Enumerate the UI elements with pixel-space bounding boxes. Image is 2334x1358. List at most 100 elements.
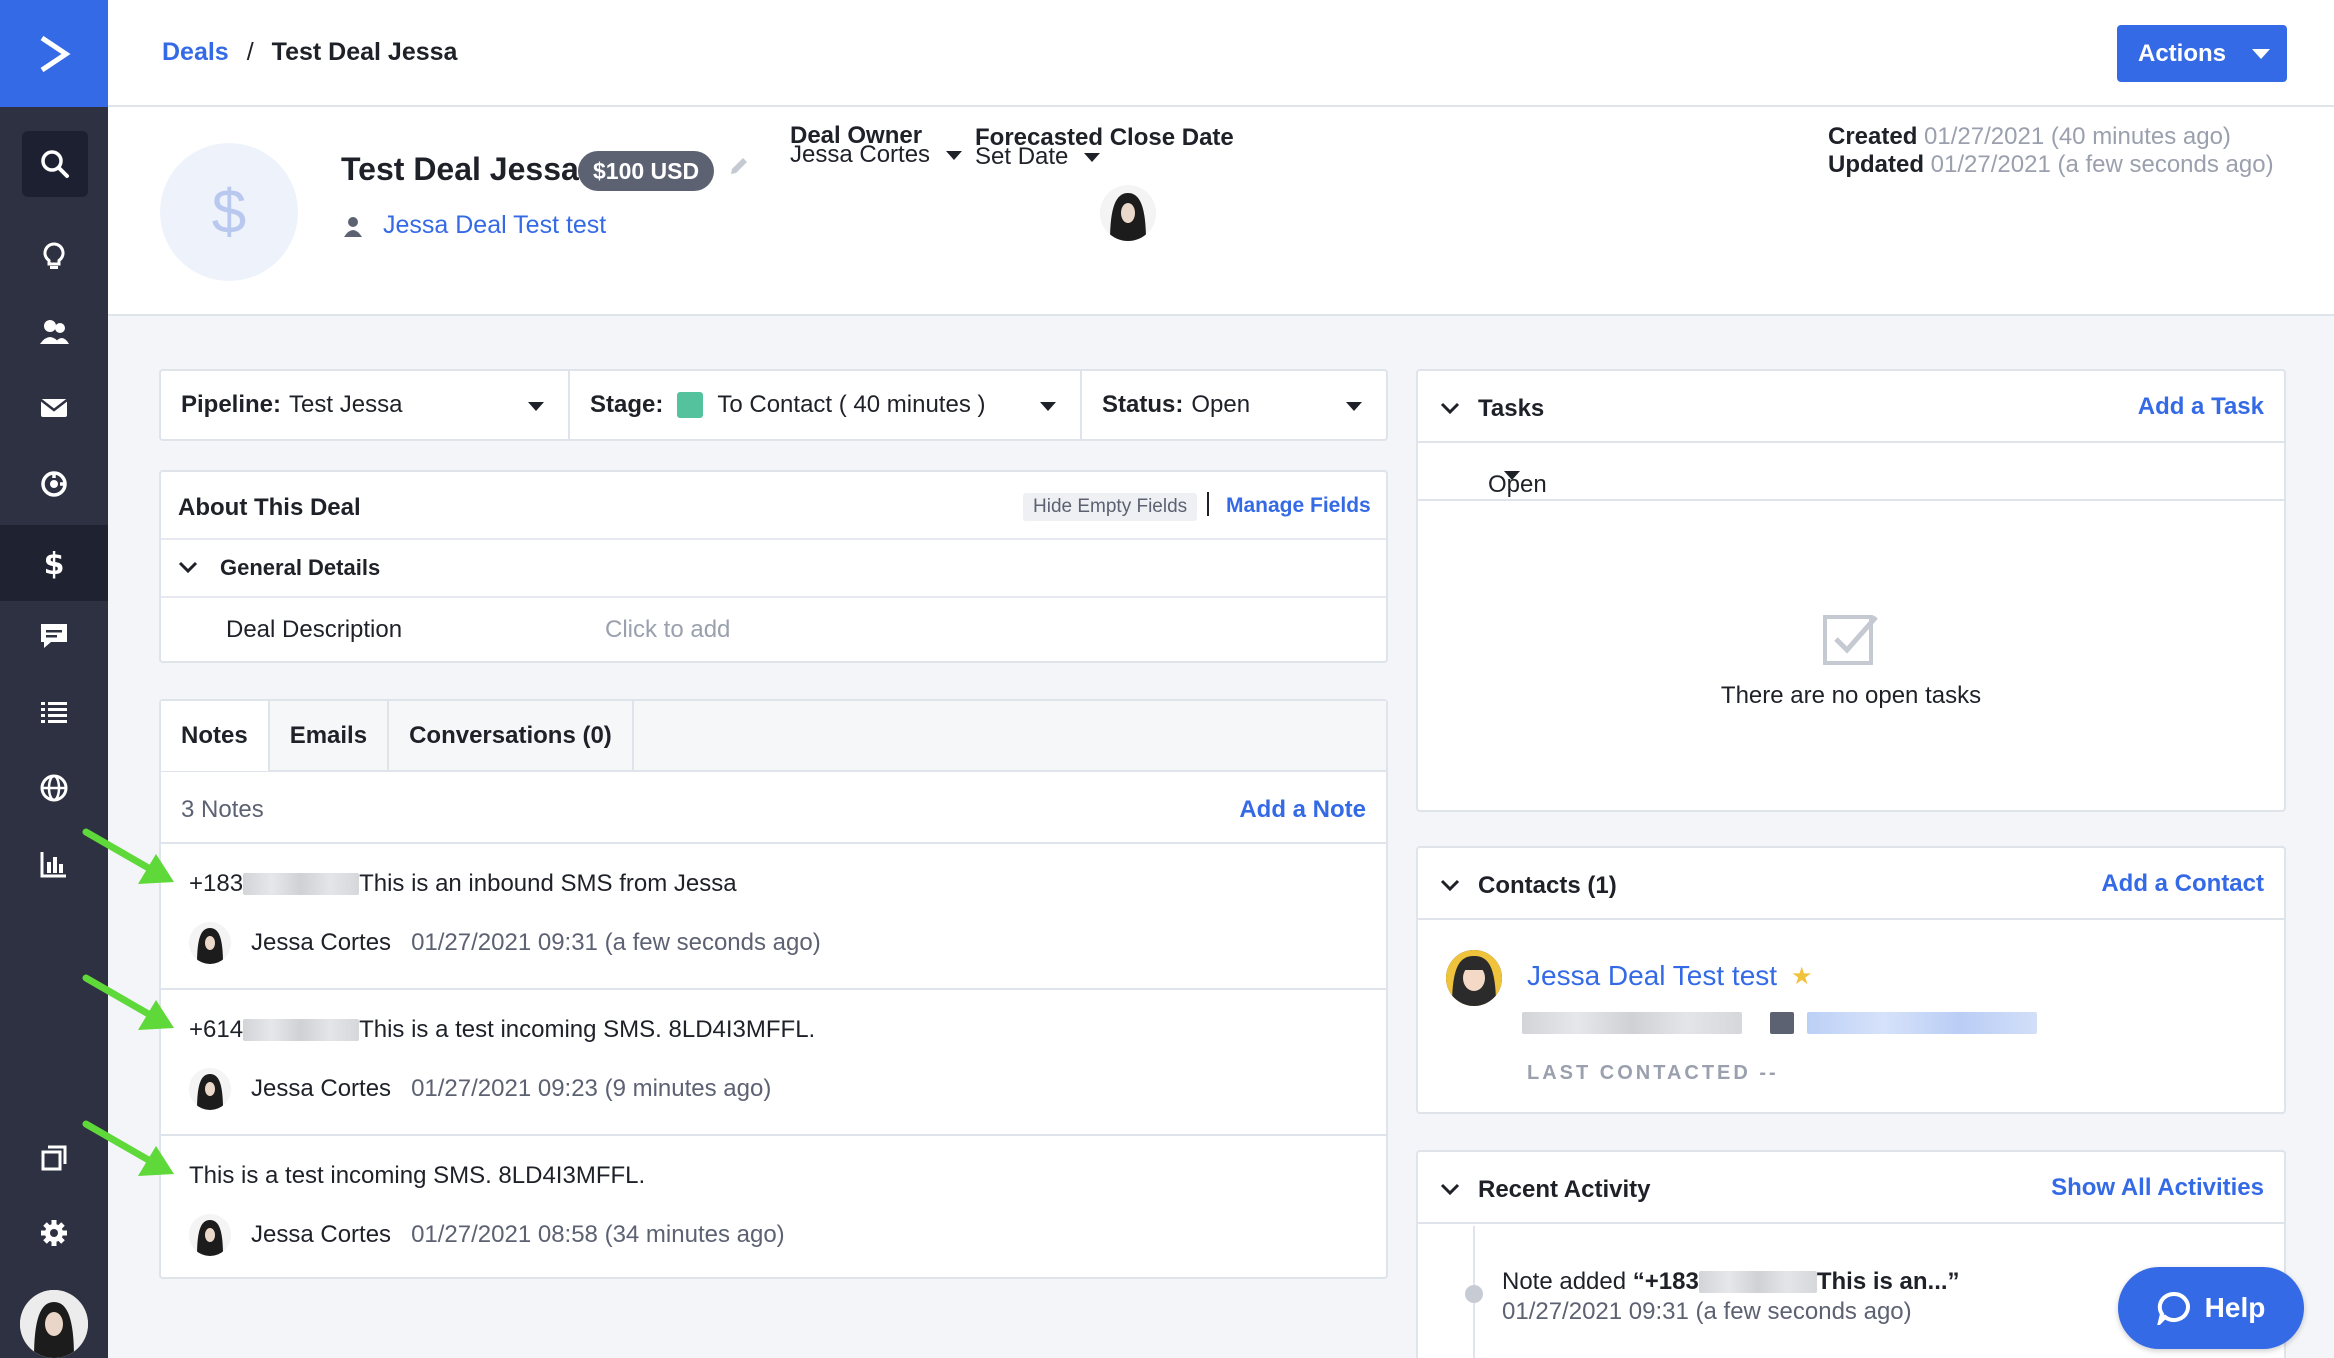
status-label: Status: bbox=[1102, 391, 1184, 418]
updated-label: Updated bbox=[1828, 151, 1924, 178]
deal-owner-avatar bbox=[1100, 185, 1156, 241]
add-task-link[interactable]: Add a Task bbox=[2138, 393, 2264, 421]
nav-automations[interactable] bbox=[0, 446, 108, 522]
nav-conversations[interactable] bbox=[0, 598, 108, 674]
close-date-select[interactable]: Set Date bbox=[975, 143, 1101, 171]
note-meta: Jessa Cortes 01/27/2021 08:58 (34 minute… bbox=[189, 1214, 785, 1256]
general-details-toggle[interactable]: General Details bbox=[178, 555, 380, 581]
deal-owner-select[interactable]: Jessa Cortes bbox=[790, 141, 963, 169]
breadcrumb-deals-link[interactable]: Deals bbox=[162, 38, 229, 66]
close-date-value: Set Date bbox=[975, 143, 1069, 170]
deal-dollar-icon: $ bbox=[160, 143, 298, 281]
annotation-arrow bbox=[82, 1120, 174, 1176]
caret-down-icon bbox=[1504, 471, 1520, 480]
pipeline-bar: Pipeline: Test Jessa Stage: To Contact ( 4… bbox=[159, 369, 1388, 441]
actions-button[interactable]: Actions bbox=[2117, 25, 2287, 82]
stage-label: Stage: bbox=[590, 391, 664, 418]
chevron-down-icon bbox=[1440, 879, 1460, 892]
tasks-title: Tasks bbox=[1478, 395, 1545, 422]
note-author-avatar bbox=[189, 1068, 231, 1110]
deal-contact-link[interactable]: Jessa Deal Test test bbox=[341, 211, 606, 240]
caret-down-icon bbox=[946, 150, 963, 160]
help-button[interactable]: Help bbox=[2118, 1267, 2304, 1349]
email-icon bbox=[1770, 1012, 1795, 1034]
nav-lists[interactable] bbox=[0, 674, 108, 750]
chat-icon bbox=[41, 624, 67, 648]
contacts-toggle[interactable]: Contacts (1) bbox=[1440, 872, 1617, 900]
nav-ideas[interactable] bbox=[0, 218, 108, 294]
deal-header: $ Test Deal Jessa $100 USD Jessa Deal Te… bbox=[108, 107, 2334, 316]
empty-tasks-message: There are no open tasks bbox=[1720, 682, 1982, 709]
about-title: About This Deal bbox=[178, 494, 361, 521]
nav-deals[interactable]: $ bbox=[0, 525, 108, 601]
tab-conversations[interactable]: Conversations (0) bbox=[389, 701, 634, 771]
show-all-activities-link[interactable]: Show All Activities bbox=[2051, 1174, 2264, 1202]
note-item[interactable]: This is a test incoming SMS. 8LD4I3MFFL.… bbox=[161, 1136, 1386, 1282]
lightbulb-icon bbox=[43, 242, 65, 269]
caret-down-icon bbox=[2252, 48, 2271, 59]
help-label: Help bbox=[2204, 1292, 2266, 1323]
dollar-icon: $ bbox=[44, 547, 65, 579]
nav-campaigns[interactable] bbox=[0, 370, 108, 446]
status-select[interactable]: Status: Open bbox=[1082, 371, 1386, 439]
star-icon[interactable]: ★ bbox=[1791, 962, 1813, 991]
note-author-avatar bbox=[189, 922, 231, 964]
user-avatar[interactable] bbox=[20, 1290, 88, 1358]
nav-settings[interactable] bbox=[0, 1195, 108, 1271]
hide-empty-fields-button[interactable]: Hide Empty Fields bbox=[1023, 493, 1198, 521]
deal-description-label: Deal Description bbox=[226, 616, 403, 643]
activity-item[interactable]: Note added “+183 This is an...” bbox=[1502, 1268, 1960, 1296]
notes-tabs: Notes Emails Conversations (0) bbox=[161, 701, 1386, 772]
deal-description-field[interactable]: Click to add bbox=[605, 616, 730, 644]
tab-emails[interactable]: Emails bbox=[270, 701, 390, 771]
app-logo[interactable] bbox=[0, 0, 108, 107]
activity-quote-start: “+183 bbox=[1632, 1268, 1699, 1295]
note-body: This is a test incoming SMS. 8LD4I3MFFL. bbox=[189, 1162, 646, 1189]
nav-contacts[interactable] bbox=[0, 294, 108, 370]
nav-website[interactable] bbox=[0, 750, 108, 826]
add-contact-link[interactable]: Add a Contact bbox=[2101, 870, 2264, 898]
created-value: 01/27/2021 (40 minutes ago) bbox=[1924, 123, 2231, 150]
last-contacted: LAST CONTACTED -- bbox=[1527, 1062, 1779, 1084]
pipeline-value: Test Jessa bbox=[289, 391, 403, 418]
tab-notes[interactable]: Notes bbox=[161, 701, 270, 771]
envelope-icon bbox=[40, 399, 68, 417]
contact-name: Jessa Deal Test test bbox=[1527, 960, 1778, 991]
svg-text:$: $ bbox=[44, 547, 65, 579]
note-author-avatar bbox=[189, 1214, 231, 1256]
recent-activity-toggle[interactable]: Recent Activity bbox=[1440, 1176, 1651, 1204]
created-row: Created 01/27/2021 (40 minutes ago) bbox=[1828, 123, 2274, 151]
tasks-toggle[interactable]: Tasks bbox=[1440, 395, 1544, 423]
manage-fields-link[interactable]: Manage Fields bbox=[1226, 494, 1371, 518]
recent-activity-title: Recent Activity bbox=[1478, 1176, 1651, 1203]
note-meta: Jessa Cortes 01/27/2021 09:31 (a few sec… bbox=[189, 922, 821, 964]
notes-panel: Notes Emails Conversations (0) 3 Notes A… bbox=[159, 699, 1388, 1279]
stage-color-swatch bbox=[677, 392, 704, 418]
note-text: +183 This is an inbound SMS from Jessa bbox=[189, 870, 737, 898]
note-date: 01/27/2021 09:23 (9 minutes ago) bbox=[411, 1075, 772, 1102]
checkbox-icon bbox=[1823, 615, 1878, 665]
contacts-title: Contacts (1) bbox=[1478, 872, 1617, 899]
avatar-image bbox=[20, 1290, 88, 1358]
nav-search[interactable] bbox=[22, 131, 88, 197]
person-icon bbox=[344, 216, 362, 237]
breadcrumb: Deals / Test Deal Jessa bbox=[162, 38, 457, 67]
add-note-link[interactable]: Add a Note bbox=[1239, 796, 1366, 824]
edit-pencil-icon[interactable] bbox=[727, 154, 751, 183]
status-value: Open bbox=[1191, 391, 1251, 418]
caret-down-icon bbox=[1040, 402, 1056, 411]
breadcrumb-current: Test Deal Jessa bbox=[271, 38, 458, 66]
pipeline-select[interactable]: Pipeline: Test Jessa bbox=[161, 371, 570, 439]
note-item[interactable]: +183 This is an inbound SMS from Jessa Je… bbox=[161, 844, 1386, 990]
deal-title[interactable]: Test Deal Jessa bbox=[341, 151, 579, 188]
deal-contact-name: Jessa Deal Test test bbox=[383, 211, 607, 239]
notes-count: 3 Notes bbox=[181, 796, 264, 823]
annotation-arrow bbox=[82, 828, 174, 884]
general-details-label: General Details bbox=[220, 555, 381, 580]
note-item[interactable]: +614 This is a test incoming SMS. 8LD4I3M… bbox=[161, 990, 1386, 1136]
caret-down-icon bbox=[1084, 152, 1101, 162]
redacted-email[interactable] bbox=[1806, 1012, 2037, 1034]
contact-name-link[interactable]: Jessa Deal Test test ★ bbox=[1527, 960, 1813, 992]
stage-select[interactable]: Stage: To Contact ( 40 minutes ) bbox=[570, 371, 1082, 439]
tasks-panel: Tasks Add a Task Open There are no open … bbox=[1416, 369, 2286, 812]
